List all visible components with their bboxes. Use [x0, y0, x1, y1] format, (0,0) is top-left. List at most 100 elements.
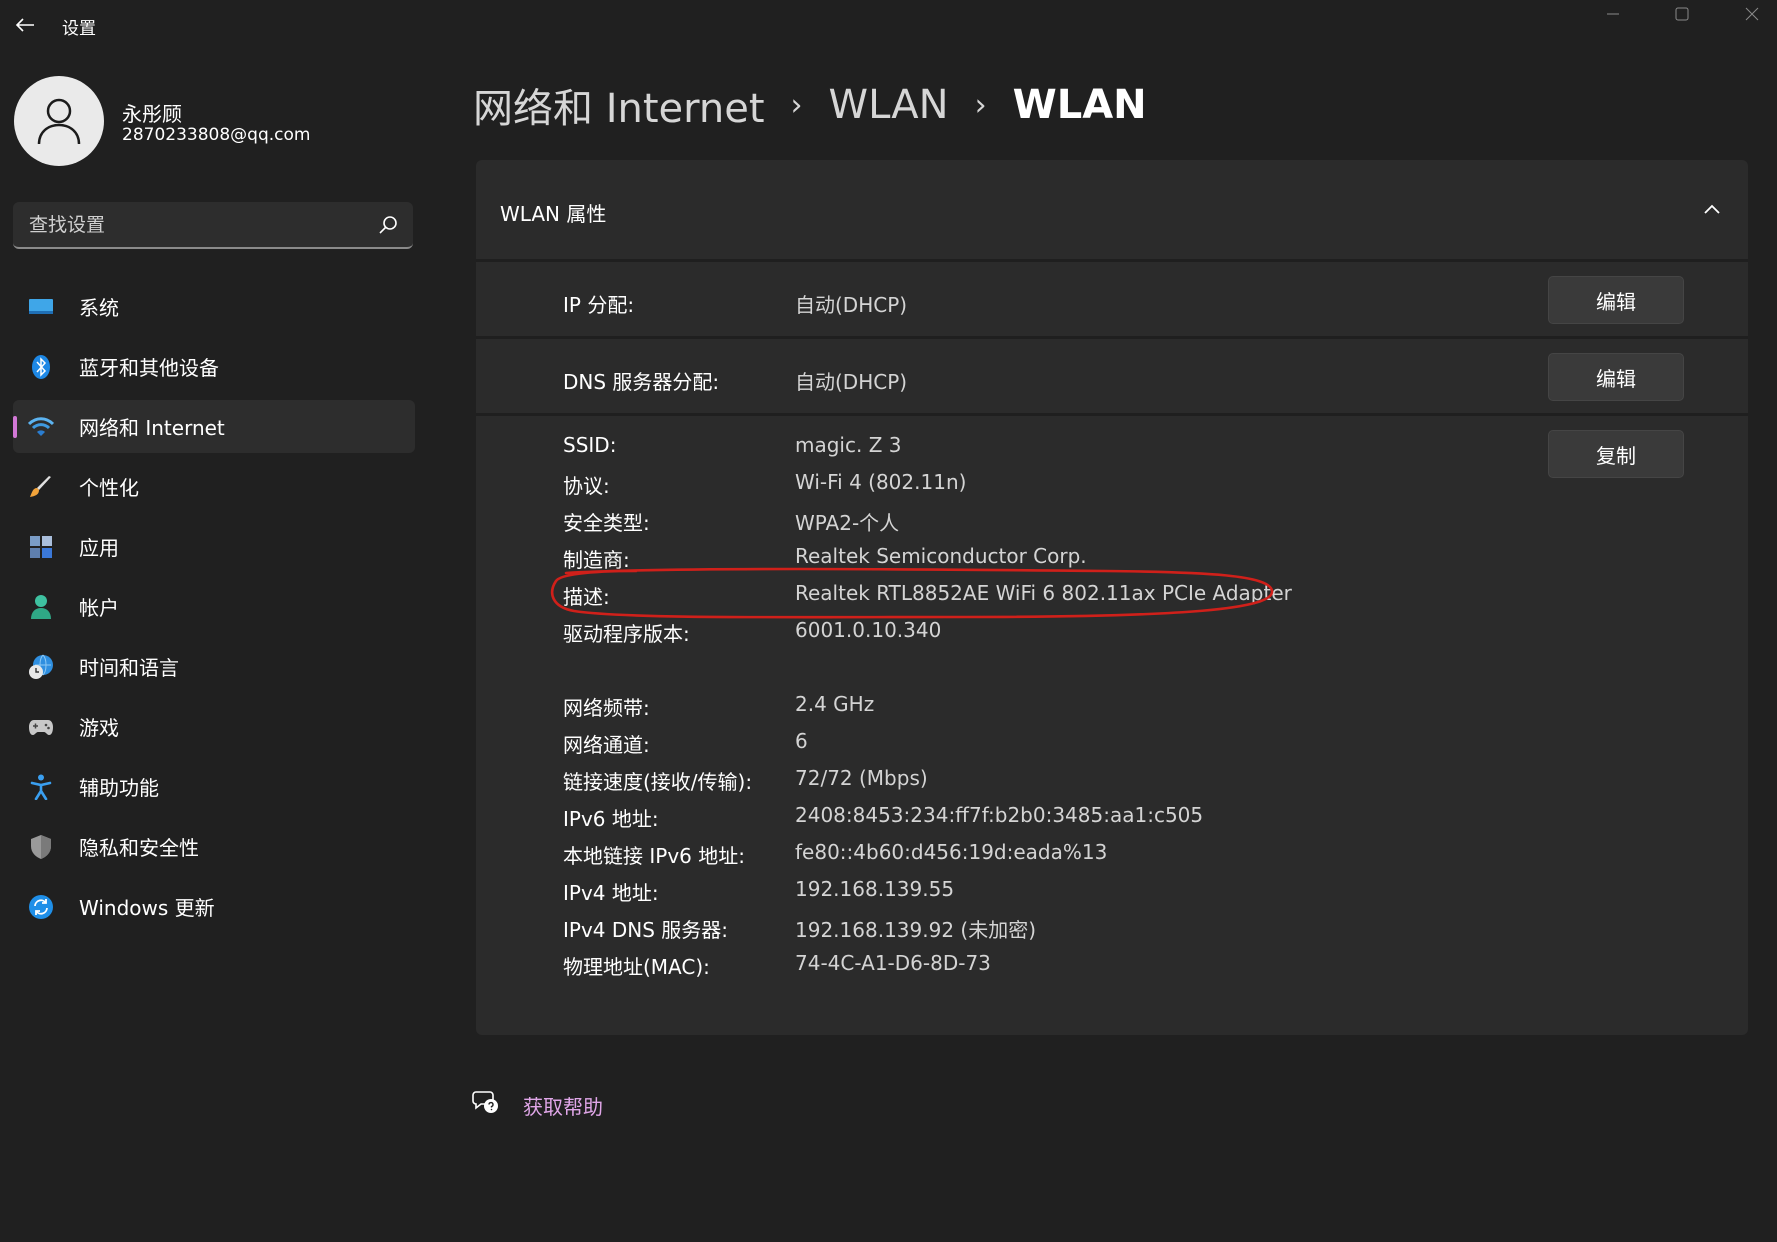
sidebar-nav: 系统 蓝牙和其他设备 网络和 Internet 个性化 应用 帐户 时间和语言 …: [13, 280, 415, 940]
sidebar-item-label: 辅助功能: [79, 776, 159, 800]
detail-value: 6: [795, 729, 808, 753]
breadcrumb-wlan[interactable]: WLAN: [829, 82, 949, 128]
detail-value: 74-4C-A1-D6-8D-73: [795, 951, 991, 975]
detail-value: 2408:8453:234:ff7f:b2b0:3485:aa1:c505: [795, 803, 1204, 827]
page-title: WLAN: [1012, 82, 1147, 128]
sidebar-item-time-language[interactable]: 时间和语言: [13, 640, 415, 693]
maximize-icon: [1675, 7, 1689, 21]
divider: [476, 259, 1748, 262]
divider: [476, 413, 1748, 416]
sidebar-item-label: 游戏: [79, 716, 119, 740]
detail-value: Wi-Fi 4 (802.11n): [795, 470, 967, 494]
search-icon[interactable]: [377, 214, 399, 236]
detail-value: magic. Z 3: [795, 433, 902, 457]
detail-value: 192.168.139.92 (未加密): [795, 918, 1037, 942]
edit-ip-button[interactable]: 编辑: [1548, 276, 1684, 324]
sidebar-item-bluetooth[interactable]: 蓝牙和其他设备: [13, 340, 415, 393]
detail-value: Realtek Semiconductor Corp.: [795, 544, 1087, 568]
detail-label: 描述:: [563, 585, 610, 609]
detail-label: 制造商:: [563, 548, 630, 572]
breadcrumb: 网络和 Internet › WLAN › WLAN: [473, 76, 1147, 134]
detail-value: Realtek RTL8852AE WiFi 6 802.11ax PCIe A…: [795, 581, 1292, 605]
ip-assignment-value: 自动(DHCP): [795, 293, 908, 317]
sidebar-item-privacy[interactable]: 隐私和安全性: [13, 820, 415, 873]
sidebar-item-network[interactable]: 网络和 Internet: [13, 400, 415, 453]
close-icon: [1745, 7, 1759, 21]
sidebar-item-apps[interactable]: 应用: [13, 520, 415, 573]
minimize-button[interactable]: [1583, 0, 1643, 28]
search-input[interactable]: [29, 212, 369, 238]
divider: [476, 336, 1748, 339]
accessibility-icon: [28, 774, 54, 800]
detail-value: fe80::4b60:d456:19d:eada%13: [795, 840, 1108, 864]
detail-value: 192.168.139.55: [795, 877, 955, 901]
back-button[interactable]: [10, 10, 40, 40]
detail-label: IPv4 DNS 服务器:: [563, 918, 729, 942]
breadcrumb-separator: ›: [790, 87, 803, 123]
globe-clock-icon: [28, 654, 54, 680]
sidebar-item-label: Windows 更新: [79, 896, 215, 920]
detail-value: 72/72 (Mbps): [795, 766, 928, 790]
detail-label: IPv6 地址:: [563, 807, 659, 831]
wifi-icon: [28, 414, 54, 440]
detail-label: 网络频带:: [563, 696, 650, 720]
dns-assignment-value: 自动(DHCP): [795, 370, 908, 394]
avatar[interactable]: [14, 76, 104, 166]
edit-dns-button[interactable]: 编辑: [1548, 353, 1684, 401]
sidebar-item-accessibility[interactable]: 辅助功能: [13, 760, 415, 813]
title-bar: 设置: [0, 0, 1777, 50]
sidebar-item-label: 应用: [79, 536, 119, 560]
breadcrumb-network[interactable]: 网络和 Internet: [473, 76, 765, 134]
user-email: 2870233808@qq.com: [122, 125, 311, 145]
detail-label: SSID:: [563, 433, 617, 457]
card-title: WLAN 属性: [500, 202, 607, 226]
detail-label: 协议:: [563, 474, 610, 498]
detail-label: IPv4 地址:: [563, 881, 659, 905]
wlan-properties-card: WLAN 属性 IP 分配: 自动(DHCP) 编辑 DNS 服务器分配: 自动…: [476, 160, 1748, 1035]
dns-assignment-label: DNS 服务器分配:: [563, 370, 720, 394]
detail-label: 安全类型:: [563, 511, 650, 535]
chevron-up-icon[interactable]: [1700, 198, 1724, 222]
detail-label: 链接速度(接收/传输):: [563, 770, 753, 794]
wlan-properties-header[interactable]: WLAN 属性: [476, 160, 1748, 260]
apps-icon: [28, 534, 54, 560]
gamepad-icon: [28, 714, 54, 740]
sidebar-item-label: 网络和 Internet: [79, 416, 225, 440]
sidebar-item-label: 帐户: [79, 596, 119, 620]
minimize-icon: [1607, 13, 1619, 15]
sidebar-item-label: 隐私和安全性: [79, 836, 199, 860]
sidebar-item-label: 时间和语言: [79, 656, 179, 680]
sidebar-item-gaming[interactable]: 游戏: [13, 700, 415, 753]
search-box[interactable]: [13, 202, 413, 249]
user-icon: [37, 98, 81, 145]
ip-assignment-label: IP 分配:: [563, 293, 635, 317]
bluetooth-icon: [28, 354, 54, 380]
user-name: 永彤顾: [122, 102, 182, 126]
copy-button[interactable]: 复制: [1548, 430, 1684, 478]
windows-update-icon: [28, 894, 54, 920]
sidebar-item-label: 系统: [79, 296, 119, 320]
maximize-button[interactable]: [1652, 0, 1712, 28]
shield-icon: [28, 834, 54, 860]
sidebar-item-system[interactable]: 系统: [13, 280, 415, 333]
sidebar-item-accounts[interactable]: 帐户: [13, 580, 415, 633]
close-button[interactable]: [1722, 0, 1777, 28]
detail-label: 物理地址(MAC):: [563, 955, 710, 979]
back-arrow-icon: [15, 18, 34, 32]
sidebar-item-label: 蓝牙和其他设备: [79, 356, 219, 380]
detail-label: 本地链接 IPv6 地址:: [563, 844, 745, 868]
detail-value: 6001.0.10.340: [795, 618, 942, 642]
sidebar-item-label: 个性化: [79, 476, 139, 500]
detail-label: 网络通道:: [563, 733, 650, 757]
account-icon: [28, 594, 54, 620]
detail-value: 2.4 GHz: [795, 692, 875, 716]
help-chat-icon[interactable]: [472, 1088, 500, 1116]
get-help-link[interactable]: 获取帮助: [523, 1091, 603, 1120]
sidebar-item-personalization[interactable]: 个性化: [13, 460, 415, 513]
detail-label: 驱动程序版本:: [563, 622, 690, 646]
sidebar-item-windows-update[interactable]: Windows 更新: [13, 880, 415, 933]
system-display-icon: [28, 294, 54, 320]
detail-value: WPA2-个人: [795, 511, 900, 535]
app-title: 设置: [62, 19, 96, 39]
breadcrumb-separator: ›: [974, 87, 987, 123]
